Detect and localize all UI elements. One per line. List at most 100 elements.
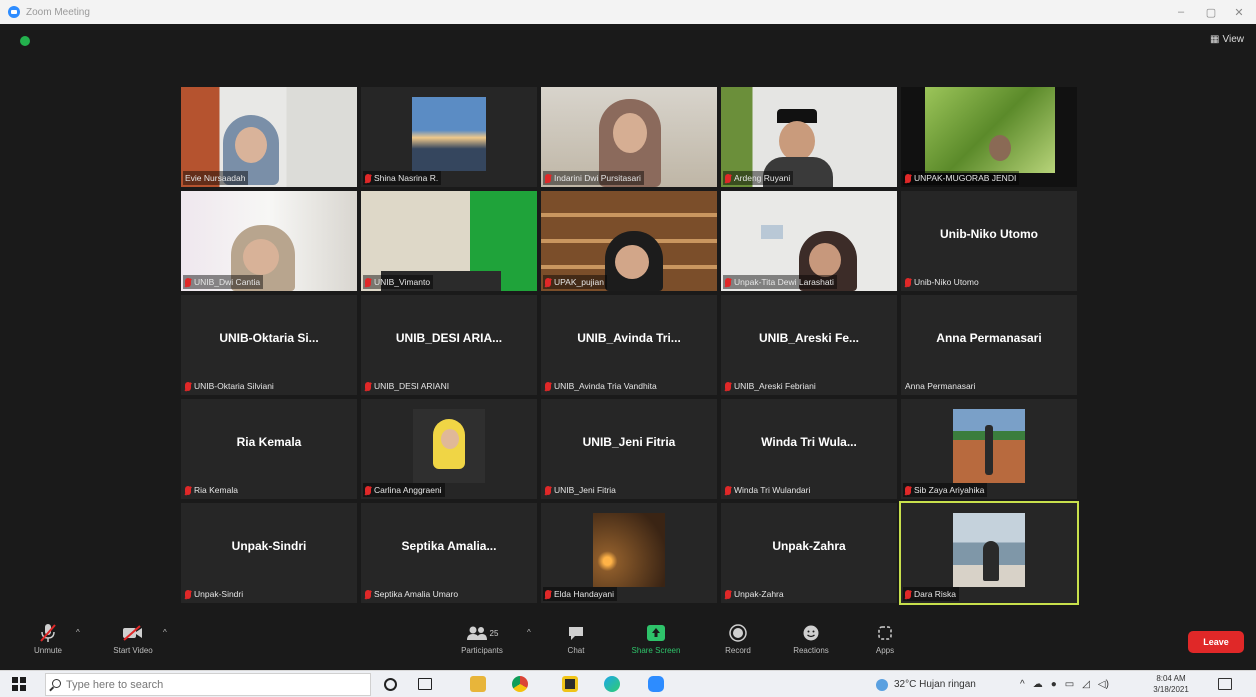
cloud-icon[interactable]: ☁ <box>1033 679 1043 690</box>
start-video-button[interactable]: Start Video <box>103 622 163 655</box>
start-video-label: Start Video <box>113 646 153 655</box>
participant-name-label: Dara Riska <box>903 587 960 601</box>
close-button[interactable]: ✕ <box>1224 0 1254 24</box>
cortana-icon[interactable] <box>384 678 397 691</box>
participant-name-label: Unpak-Zahra <box>723 587 787 601</box>
windows-start-icon[interactable] <box>12 677 26 691</box>
reactions-button[interactable]: Reactions <box>781 622 841 655</box>
video-options-chevron-icon[interactable]: ^ <box>163 628 167 637</box>
participant-name-label: UNIB_Areski Febriani <box>723 379 819 393</box>
participants-options-chevron-icon[interactable]: ^ <box>527 628 531 637</box>
participant-tile[interactable]: UNIB_Avinda Tri... UNIB_Avinda Tria Vandh… <box>541 295 717 395</box>
participant-tile[interactable]: Dara Riska <box>899 501 1079 605</box>
view-button[interactable]: ▦ View <box>1210 34 1244 45</box>
maximize-button[interactable]: ▢ <box>1196 0 1226 24</box>
system-tray: ^ ☁ ● ▭ ◿ ◁) <box>1020 671 1109 697</box>
mic-muted-icon <box>545 381 551 391</box>
task-view-icon[interactable] <box>418 678 432 690</box>
participant-name: UNIB-Oktaria Silviani <box>194 381 274 391</box>
participants-label: Participants <box>461 646 503 655</box>
participant-tile[interactable]: Carlina Anggraeni <box>361 399 537 499</box>
taskbar-search-box[interactable]: Type here to search <box>45 673 371 696</box>
mic-muted-icon <box>905 589 911 599</box>
participant-tile[interactable]: Unpak-Zahra Unpak-Zahra <box>721 503 897 603</box>
apps-label: Apps <box>875 646 895 655</box>
participant-tile[interactable]: UNIB-Oktaria Si... UNIB-Oktaria Silviani <box>181 295 357 395</box>
participant-tile[interactable]: UNIB_DESI ARIA... UNIB_DESI ARIANI <box>361 295 537 395</box>
participant-display-name: Unib-Niko Utomo <box>940 227 1038 241</box>
sticky-app-icon[interactable] <box>562 676 578 692</box>
participants-icon: 25 <box>466 622 499 644</box>
participant-tile[interactable]: Unpak-Sindri Unpak-Sindri <box>181 503 357 603</box>
participant-name-label: UNIB_Vimanto <box>363 275 434 289</box>
participant-tile[interactable]: Elda Handayani <box>541 503 717 603</box>
participant-name: UNIB_Vimanto <box>374 277 431 287</box>
leave-button[interactable]: Leave <box>1188 631 1244 653</box>
chrome-icon[interactable] <box>512 676 528 692</box>
participant-name-label: Sib Zaya Ariyahika <box>903 483 988 497</box>
minimize-button[interactable]: – <box>1166 0 1196 24</box>
participant-tile[interactable]: Ardeng Ruyani <box>721 87 897 187</box>
chat-button[interactable]: Chat <box>546 622 606 655</box>
participant-name: UPAK_pujian <box>554 277 604 287</box>
participant-name: Anna Permanasari <box>905 381 976 391</box>
battery-icon[interactable]: ▭ <box>1065 679 1074 690</box>
participant-tile[interactable]: Septika Amalia... Septika Amalia Umaro <box>361 503 537 603</box>
participant-tile[interactable]: UNIB_Vimanto <box>361 191 537 291</box>
smiley-icon <box>802 622 820 644</box>
zoom-logo-icon <box>8 6 20 18</box>
camera-off-icon <box>122 622 144 644</box>
security-shield-icon[interactable] <box>20 36 30 46</box>
participant-tile[interactable]: UPAK_pujian <box>541 191 717 291</box>
network-icon[interactable]: ◿ <box>1082 679 1090 690</box>
participant-name-label: Unpak-Tita Dewi Larashati <box>723 275 837 289</box>
participant-display-name: Unpak-Sindri <box>231 539 307 553</box>
participant-name: Dara Riska <box>914 589 957 599</box>
weather-widget[interactable]: 32°C Hujan ringan <box>876 671 976 697</box>
unmute-button[interactable]: Unmute <box>18 622 78 655</box>
participant-name-label: UNIB_Jeni Fitria <box>543 483 619 497</box>
apps-button[interactable]: Apps <box>855 622 915 655</box>
participant-tile[interactable]: Shina Nasrina R. <box>361 87 537 187</box>
participant-tile[interactable]: UNIB_Dwi Cantia <box>181 191 357 291</box>
participant-name: Evie Nursaadah <box>185 173 246 183</box>
taskbar-clock[interactable]: 8:04 AM 3/18/2021 <box>1148 673 1194 695</box>
participant-tile[interactable]: Evie Nursaadah <box>181 87 357 187</box>
participant-name-label: UNIB_Avinda Tria Vandhita <box>543 379 660 393</box>
participant-tile[interactable]: Unpak-Tita Dewi Larashati <box>721 191 897 291</box>
participant-name-label: UNIB_Dwi Cantia <box>183 275 264 289</box>
share-screen-button[interactable]: Share Screen <box>626 622 686 655</box>
tray-chevron-icon[interactable]: ^ <box>1020 679 1025 690</box>
apps-icon <box>877 622 893 644</box>
participant-tile[interactable]: Winda Tri Wula... Winda Tri Wulandari <box>721 399 897 499</box>
mic-tray-icon[interactable]: ● <box>1051 679 1057 690</box>
participant-tile[interactable]: Sib Zaya Ariyahika <box>901 399 1077 499</box>
participant-name-label: Unpak-Sindri <box>183 587 246 601</box>
reactions-label: Reactions <box>793 646 829 655</box>
volume-icon[interactable]: ◁) <box>1098 679 1109 690</box>
participant-tile[interactable]: Indarini Dwi Pursitasari <box>541 87 717 187</box>
chat-bubble-icon <box>567 622 585 644</box>
participant-tile[interactable]: UNIB_Jeni Fitria UNIB_Jeni Fitria <box>541 399 717 499</box>
participant-tile[interactable]: Anna Permanasari Anna Permanasari <box>901 295 1077 395</box>
edge-icon[interactable] <box>604 676 620 692</box>
participants-count: 25 <box>489 628 499 638</box>
zoom-meeting-window: Zoom Meeting – ▢ ✕ ▦ View Evie Nursaadah… <box>0 0 1256 697</box>
record-button[interactable]: Record <box>708 622 768 655</box>
mic-muted-icon <box>185 277 191 287</box>
file-explorer-icon[interactable] <box>470 676 486 692</box>
participant-name: UNIB_Avinda Tria Vandhita <box>554 381 657 391</box>
participant-name: Ardeng Ruyani <box>734 173 791 183</box>
participant-display-name: Unpak-Zahra <box>772 539 846 553</box>
participant-tile[interactable]: UNIB_Areski Fe... UNIB_Areski Febriani <box>721 295 897 395</box>
participant-name-label: Unib-Niko Utomo <box>903 275 982 289</box>
zoom-taskbar-icon[interactable] <box>648 676 664 692</box>
participant-tile[interactable]: Unib-Niko Utomo Unib-Niko Utomo <box>901 191 1077 291</box>
meeting-toolbar: Unmute ^ Start Video ^ 25 Participants ^… <box>0 616 1256 666</box>
participant-tile[interactable]: Ria Kemala Ria Kemala <box>181 399 357 499</box>
participant-tile[interactable]: UNPAK-MUGORAB JENDI <box>901 87 1077 187</box>
participants-button[interactable]: 25 Participants <box>452 622 512 655</box>
audio-options-chevron-icon[interactable]: ^ <box>76 628 80 637</box>
notifications-icon[interactable] <box>1218 678 1232 690</box>
mic-muted-icon <box>365 589 371 599</box>
